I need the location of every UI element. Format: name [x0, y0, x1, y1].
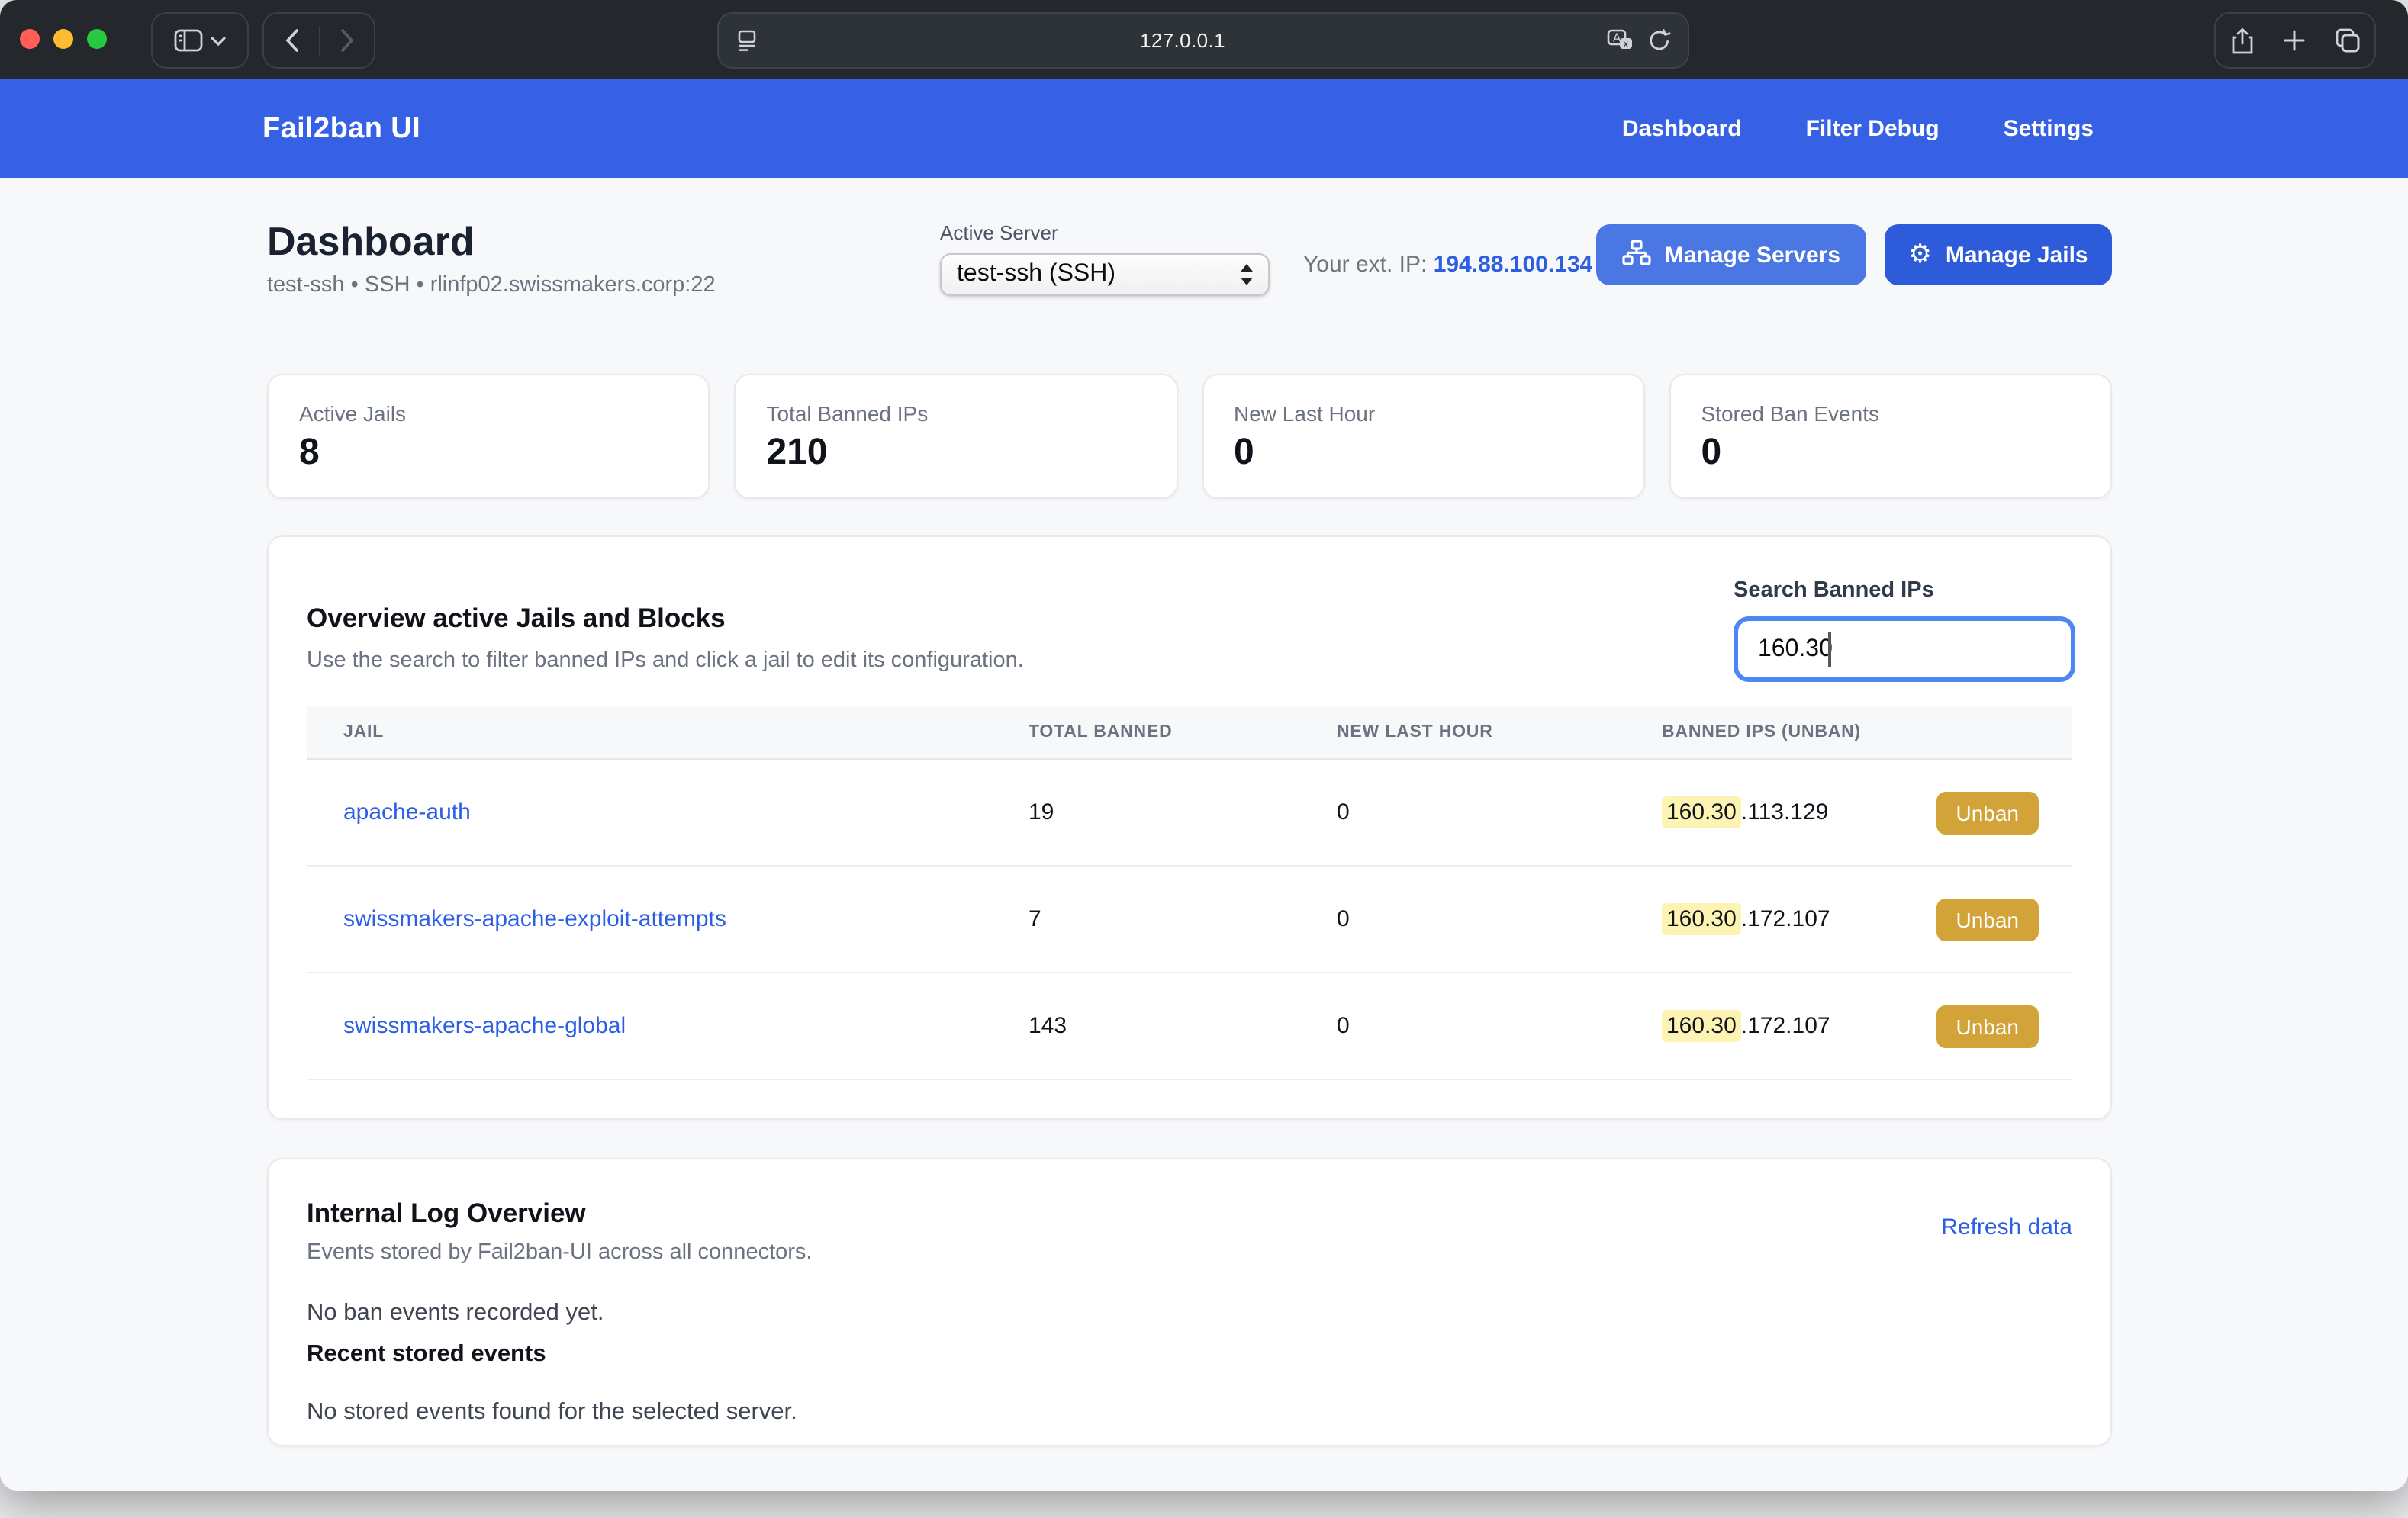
jail-link[interactable]: swissmakers-apache-exploit-attempts	[343, 906, 726, 932]
manage-jails-button[interactable]: ⚙ Manage Jails	[1885, 224, 2112, 285]
col-banned-ips: Banned IPs (Unban)	[1662, 723, 2072, 741]
tab-overview-icon[interactable]	[2334, 27, 2360, 53]
active-server-selected-value: test-ssh (SSH)	[942, 261, 1239, 288]
new-last-hour-value: 0	[1337, 906, 1662, 932]
reload-icon[interactable]	[1648, 29, 1671, 52]
new-last-hour-value: 0	[1337, 799, 1662, 825]
unban-button[interactable]: Unban	[1936, 791, 2039, 834]
table-row: swissmakers-apache-exploit-attempts 7 0 …	[307, 867, 2072, 973]
log-recent-title: Recent stored events	[307, 1341, 2072, 1368]
close-window-button[interactable]	[20, 29, 40, 49]
page-settings-icon[interactable]	[736, 29, 758, 52]
history-nav-group	[262, 12, 375, 69]
manage-servers-label: Manage Servers	[1665, 242, 1840, 268]
stat-card-total-banned: Total Banned IPs 210	[735, 374, 1178, 499]
stat-card-stored-ban-events: Stored Ban Events 0	[1669, 374, 2113, 499]
unban-button[interactable]: Unban	[1936, 1005, 2039, 1047]
total-banned-value: 143	[1029, 1013, 1337, 1039]
external-ip-value: 194.88.100.134	[1434, 252, 1593, 278]
log-empty-stored: No stored events found for the selected …	[307, 1399, 2072, 1426]
new-tab-icon[interactable]	[2282, 29, 2305, 52]
stat-cards: Active Jails 8 Total Banned IPs 210 New …	[267, 374, 2112, 499]
jail-link[interactable]: apache-auth	[343, 799, 471, 825]
external-ip-label: Your ext. IP:	[1303, 252, 1427, 278]
ip-highlight: 160.30	[1662, 1010, 1741, 1042]
banned-ip: 160.30.172.107	[1662, 906, 1830, 932]
col-total-banned: Total Banned	[1029, 723, 1337, 741]
text-caret	[1828, 632, 1831, 667]
browser-window: 127.0.0.1 A x	[0, 0, 2408, 1491]
col-new-last-hour: New Last Hour	[1337, 723, 1662, 741]
log-title: Internal Log Overview	[307, 1198, 2072, 1230]
chevron-down-icon	[211, 36, 226, 45]
stat-card-active-jails: Active Jails 8	[267, 374, 710, 499]
stat-value: 8	[299, 432, 678, 474]
manage-servers-button[interactable]: Manage Servers	[1596, 224, 1866, 285]
search-input[interactable]	[1734, 616, 2075, 682]
search-label: Search Banned IPs	[1734, 578, 2075, 603]
app-brand: Fail2ban UI	[262, 112, 420, 146]
banned-ip: 160.30.172.107	[1662, 1013, 1830, 1039]
total-banned-value: 7	[1029, 906, 1337, 932]
sidebar-toggle-button[interactable]	[151, 12, 249, 69]
stat-value: 0	[1234, 432, 1613, 474]
ip-rest: .172.107	[1741, 906, 1830, 932]
log-subtitle: Events stored by Fail2ban-UI across all …	[307, 1240, 2072, 1265]
unban-button[interactable]: Unban	[1936, 898, 2039, 941]
table-row: apache-auth 19 0 160.30.113.129 Unban	[307, 760, 2072, 867]
minimize-window-button[interactable]	[53, 29, 73, 49]
stat-value: 210	[767, 432, 1146, 474]
forward-button[interactable]	[320, 29, 373, 52]
address-bar[interactable]: 127.0.0.1 A x	[717, 12, 1689, 69]
refresh-data-link[interactable]: Refresh data	[1941, 1214, 2072, 1240]
jail-link[interactable]: swissmakers-apache-global	[343, 1013, 626, 1039]
stat-label: Stored Ban Events	[1701, 401, 2081, 426]
stat-card-new-last-hour: New Last Hour 0	[1202, 374, 1645, 499]
translate-icon[interactable]: A x	[1607, 29, 1633, 52]
stat-label: New Last Hour	[1234, 401, 1613, 426]
manage-jails-label: Manage Jails	[1946, 242, 2088, 268]
nav-settings[interactable]: Settings	[2004, 116, 2094, 142]
main-nav: Dashboard Filter Debug Settings	[1622, 116, 2094, 142]
sidebar-icon	[174, 29, 203, 52]
share-icon[interactable]	[2230, 27, 2253, 54]
svg-text:x: x	[1623, 39, 1628, 50]
banned-ip: 160.30.113.129	[1662, 799, 1828, 825]
page-header: Dashboard test-ssh • SSH • rlinfp02.swis…	[267, 218, 2112, 334]
col-jail: Jail	[307, 723, 1029, 741]
new-last-hour-value: 0	[1337, 1013, 1662, 1039]
nav-dashboard[interactable]: Dashboard	[1622, 116, 1742, 142]
log-panel: Internal Log Overview Events stored by F…	[267, 1158, 2112, 1446]
back-button[interactable]	[265, 29, 318, 52]
active-server-label: Active Server	[940, 221, 1270, 244]
search-block: Search Banned IPs	[1734, 578, 2075, 682]
active-server-group: Active Server test-ssh (SSH)	[940, 221, 1270, 296]
ip-rest: .172.107	[1741, 1013, 1830, 1039]
jails-table: Jail Total Banned New Last Hour Banned I…	[307, 706, 2072, 1080]
stat-label: Total Banned IPs	[767, 401, 1146, 426]
select-arrows-icon	[1239, 262, 1254, 287]
log-empty-ban: No ban events recorded yet.	[307, 1300, 2072, 1327]
ip-highlight: 160.30	[1662, 903, 1741, 935]
stat-label: Active Jails	[299, 401, 678, 426]
browser-toolbar: 127.0.0.1 A x	[0, 0, 2408, 79]
ip-highlight: 160.30	[1662, 796, 1741, 828]
table-header-row: Jail Total Banned New Last Hour Banned I…	[307, 706, 2072, 760]
active-server-select[interactable]: test-ssh (SSH)	[940, 253, 1270, 296]
ip-rest: .113.129	[1741, 799, 1829, 825]
table-row: swissmakers-apache-global 143 0 160.30.1…	[307, 973, 2072, 1080]
external-ip: Your ext. IP: 194.88.100.134	[1303, 252, 1592, 278]
stat-value: 0	[1701, 432, 2081, 474]
zoom-window-button[interactable]	[87, 29, 107, 49]
toolbar-right-group	[2214, 12, 2376, 69]
nav-filter-debug[interactable]: Filter Debug	[1806, 116, 1940, 142]
gear-icon: ⚙	[1908, 242, 1932, 268]
overview-panel: Overview active Jails and Blocks Use the…	[267, 535, 2112, 1120]
url-text: 127.0.0.1	[758, 29, 1607, 52]
app-header: Fail2ban UI Dashboard Filter Debug Setti…	[0, 79, 2408, 178]
sitemap-icon	[1622, 239, 1651, 271]
total-banned-value: 19	[1029, 799, 1337, 825]
page-content: Dashboard test-ssh • SSH • rlinfp02.swis…	[267, 218, 2112, 1446]
